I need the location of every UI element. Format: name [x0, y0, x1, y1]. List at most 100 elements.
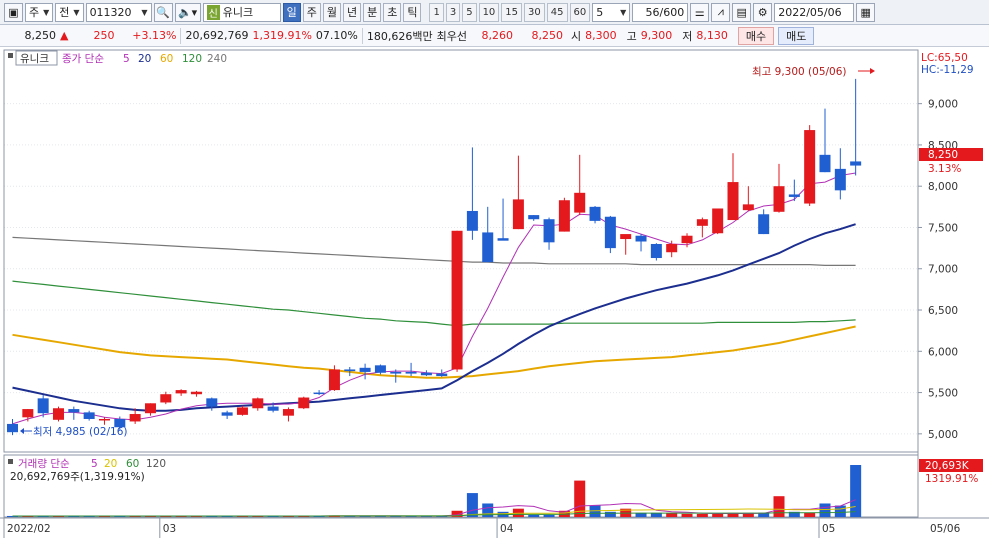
- best-ask-label: 최우선: [436, 29, 467, 43]
- interval-3[interactable]: 3: [445, 2, 461, 22]
- volume-bar: [543, 514, 555, 517]
- legend-marker-icon: [8, 53, 13, 58]
- candle-body: [175, 390, 187, 394]
- candle-body: [374, 365, 386, 373]
- turnover-rate: 07.10%: [315, 29, 358, 42]
- lc-readout: LC:65,50: [921, 52, 968, 64]
- stock-chart[interactable]: 유니크 종가 단순 5 20 60 120 240 LC:65,50 HC:-1…: [0, 47, 989, 538]
- candle-body: [604, 216, 616, 249]
- prev-select[interactable]: 전 ▼: [55, 2, 84, 22]
- chart-toolbar: ▣ 주 ▼ 전 ▼ 011320 ▼ 🔍 🔈▾ 신 유니크 일 주 월 년 분 …: [0, 0, 989, 25]
- volume-ratio: 1,319.91%: [252, 29, 312, 42]
- candle-body: [681, 235, 693, 244]
- interval-15[interactable]: 15: [501, 2, 523, 22]
- chevron-down-icon: ▼: [73, 7, 80, 17]
- candle-body: [144, 403, 156, 414]
- volume-readout: 20,692,769주(1,319.91%): [10, 471, 145, 483]
- open-price: 8,300: [585, 29, 617, 42]
- x-tick-label: 04: [500, 523, 514, 535]
- volume-bar: [696, 513, 708, 517]
- candle-body: [666, 243, 678, 253]
- legend-ma5: 5: [123, 53, 130, 65]
- interval-label: 3: [449, 6, 457, 18]
- search-icon[interactable]: 🔍: [153, 2, 173, 22]
- y-tick-label: 5,000: [928, 429, 958, 441]
- candle-body: [390, 371, 402, 374]
- price-change: 250: [93, 29, 115, 42]
- legend-ma20: 20: [138, 53, 151, 65]
- gear-icon[interactable]: ⚙: [753, 2, 773, 22]
- price-info-bar: 8,250 ▲ 250 +3.13% 20,692,769 1,319.91% …: [0, 25, 989, 47]
- candle-body: [589, 206, 601, 221]
- prev-label: 전: [59, 6, 70, 19]
- best-ask: 8,260: [481, 29, 513, 42]
- candle-body: [727, 182, 739, 221]
- stock-name-field[interactable]: 신 유니크: [202, 2, 281, 22]
- candle-body: [758, 214, 770, 235]
- interval-30[interactable]: 30: [524, 2, 545, 22]
- legend-vol5: 5: [91, 458, 98, 470]
- period-tab-label: 일: [286, 6, 297, 19]
- interval-select[interactable]: 5 ▼: [592, 2, 631, 22]
- candle-body: [436, 373, 448, 377]
- volume-bar: [819, 503, 831, 517]
- interval-60[interactable]: 60: [569, 2, 591, 22]
- candle-body: [696, 219, 708, 226]
- candle-body: [7, 423, 18, 433]
- legend-marker-icon: [8, 459, 13, 464]
- period-tab-tick[interactable]: 틱: [403, 2, 422, 22]
- buy-order-button[interactable]: 매수: [737, 26, 775, 45]
- current-price: 8,250: [24, 29, 57, 42]
- up-arrow-icon: ▲: [60, 29, 69, 42]
- buy-order-label: 매수: [745, 29, 767, 43]
- volume-bar: [681, 513, 693, 517]
- legend-ma60: 60: [160, 53, 173, 65]
- period-tab-month[interactable]: 월: [322, 2, 341, 22]
- high-label: 고: [626, 29, 637, 43]
- hc-readout: HC:-11,29: [921, 64, 974, 76]
- sell-order-button[interactable]: 매도: [778, 26, 815, 45]
- period-tab-day[interactable]: 일: [282, 2, 301, 22]
- volume-bar: [466, 493, 478, 517]
- date-picker[interactable]: 2022/05/06: [774, 2, 855, 22]
- calendar-icon[interactable]: ▦: [856, 2, 876, 22]
- interval-45[interactable]: 45: [546, 2, 568, 22]
- candle-body: [451, 230, 463, 370]
- candle-body: [788, 194, 800, 197]
- candle-body: [650, 243, 662, 259]
- speaker-icon[interactable]: 🔈▾: [174, 2, 201, 22]
- legend-ma120: 120: [182, 53, 202, 65]
- interval-label: 60: [573, 6, 587, 18]
- candle-body: [528, 215, 540, 220]
- period-unit-select[interactable]: 주 ▼: [25, 2, 54, 22]
- chart-window-icon[interactable]: ▣: [4, 2, 23, 22]
- candle-body: [620, 234, 632, 240]
- candle-body: [328, 369, 340, 391]
- period-tab-year[interactable]: 년: [342, 2, 362, 22]
- interval-10[interactable]: 10: [478, 2, 500, 22]
- interval-1[interactable]: 1: [429, 2, 444, 22]
- period-tab-week[interactable]: 주: [302, 2, 321, 22]
- data-count-field[interactable]: 56/600: [632, 2, 689, 22]
- y-tick-label: 8,000: [928, 181, 958, 193]
- period-tab-label: 월: [326, 6, 337, 19]
- line-chart-icon[interactable]: ⩘: [711, 2, 731, 22]
- candle-type-icon[interactable]: ⚌: [690, 2, 710, 22]
- period-unit-value: 주: [29, 6, 40, 19]
- candle-body: [313, 392, 325, 395]
- interval-5[interactable]: 5: [462, 2, 477, 22]
- period-tab-minute[interactable]: 분: [363, 2, 382, 22]
- candle-body: [37, 398, 49, 414]
- y-tick-label: 6,500: [928, 305, 958, 317]
- legend-ma-title: 종가 단순: [62, 53, 104, 65]
- candle-body: [742, 204, 754, 211]
- candle-body: [267, 406, 279, 411]
- save-icon[interactable]: ▤: [732, 2, 752, 22]
- candle-body: [543, 219, 555, 243]
- candle-body: [52, 408, 64, 420]
- volume: 20,692,769: [185, 29, 249, 42]
- stock-code-input[interactable]: 011320 ▼: [85, 2, 152, 22]
- interval-label: 30: [528, 6, 541, 18]
- sell-order-label: 매도: [786, 29, 807, 43]
- period-tab-second[interactable]: 초: [383, 2, 402, 22]
